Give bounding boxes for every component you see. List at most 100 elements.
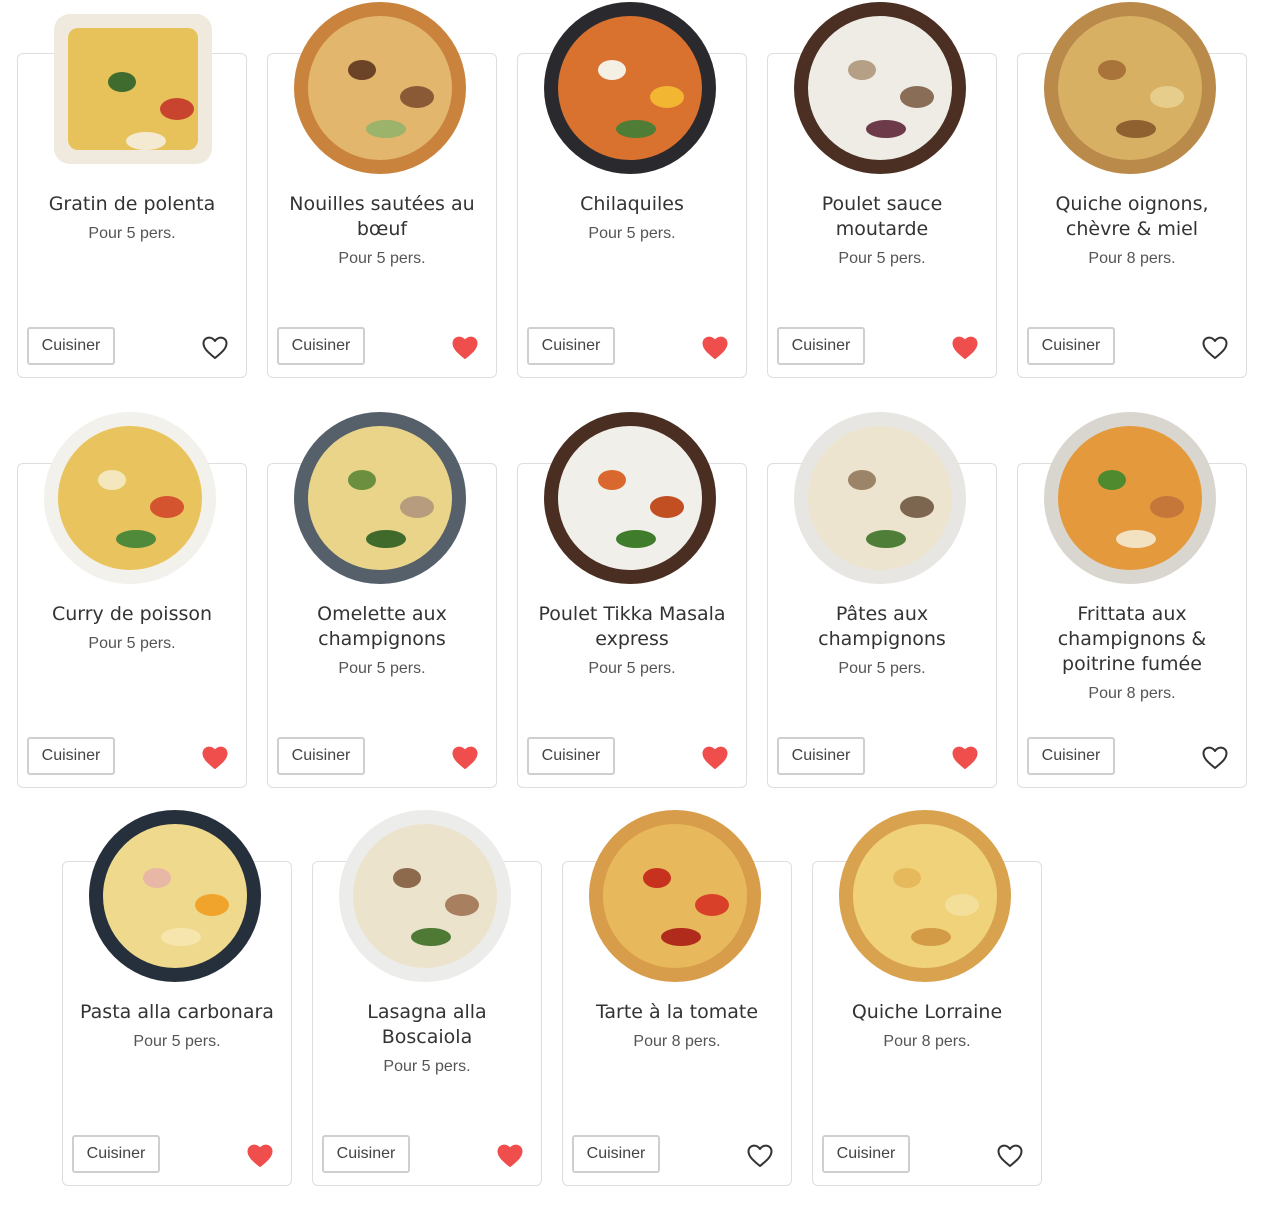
favorite-toggle[interactable]: [202, 746, 228, 770]
favorite-toggle[interactable]: [1202, 336, 1228, 360]
favorite-toggle[interactable]: [702, 336, 728, 360]
heart-outline-icon: [997, 1144, 1023, 1167]
cook-button[interactable]: Cuisiner: [527, 327, 615, 365]
cook-button[interactable]: Cuisiner: [1027, 737, 1115, 775]
recipe-title[interactable]: Quiche Lorraine: [852, 1001, 1002, 1023]
cook-button[interactable]: Cuisiner: [1027, 327, 1115, 365]
recipe-title-block[interactable]: Poulet Tikka Masala express Pour 5 pers.: [527, 602, 737, 680]
recipe-card-13[interactable]: Tarte à la tomate Pour 8 pers. Cuisiner: [562, 808, 792, 1186]
recipe-image-detail: [126, 132, 166, 150]
recipe-servings: Pour 8 pers.: [1088, 685, 1176, 702]
recipe-image-detail: [1116, 120, 1156, 138]
recipe-image[interactable]: [589, 810, 761, 982]
cook-button[interactable]: Cuisiner: [277, 737, 365, 775]
recipe-card-4[interactable]: Poulet sauce moutarde Pour 5 pers. Cuisi…: [767, 0, 997, 378]
recipe-image[interactable]: [54, 14, 212, 164]
recipe-title[interactable]: Quiche oignons, chèvre & miel: [1055, 193, 1208, 240]
recipe-image-detail: [195, 894, 229, 916]
recipe-title-block[interactable]: Omelette aux champignons Pour 5 pers.: [277, 602, 487, 680]
cook-button[interactable]: Cuisiner: [72, 1135, 160, 1173]
recipe-image[interactable]: [839, 810, 1011, 982]
recipe-image[interactable]: [339, 810, 511, 982]
cook-button[interactable]: Cuisiner: [277, 327, 365, 365]
recipe-title[interactable]: Gratin de polenta: [49, 193, 216, 215]
favorite-toggle[interactable]: [452, 336, 478, 360]
recipe-title-block[interactable]: Quiche oignons, chèvre & miel Pour 8 per…: [1027, 192, 1237, 270]
recipe-image-detail: [445, 894, 479, 916]
recipe-title[interactable]: Omelette aux champignons: [317, 603, 447, 650]
recipe-row-3: Pasta alla carbonara Pour 5 pers. Cuisin…: [0, 808, 1286, 1186]
recipe-image[interactable]: [544, 2, 716, 174]
recipe-image-detail: [650, 496, 684, 518]
recipe-title[interactable]: Lasagna alla Boscaiola: [367, 1001, 486, 1048]
recipe-card-6[interactable]: Curry de poisson Pour 5 pers. Cuisiner: [17, 410, 247, 788]
recipe-title[interactable]: Nouilles sautées au bœuf: [289, 193, 474, 240]
recipe-title-block[interactable]: Lasagna alla Boscaiola Pour 5 pers.: [322, 1000, 532, 1078]
recipe-card-3[interactable]: Chilaquiles Pour 5 pers. Cuisiner: [517, 0, 747, 378]
recipe-image-food: [58, 426, 202, 570]
recipe-card-14[interactable]: Quiche Lorraine Pour 8 pers. Cuisiner: [812, 808, 1042, 1186]
recipe-image-detail: [900, 86, 934, 108]
recipe-title-block[interactable]: Pâtes aux champignons Pour 5 pers.: [777, 602, 987, 680]
recipe-servings: Pour 5 pers.: [88, 635, 176, 652]
recipe-image-detail: [661, 928, 701, 946]
recipe-card-9[interactable]: Pâtes aux champignons Pour 5 pers. Cuisi…: [767, 410, 997, 788]
favorite-toggle[interactable]: [997, 1144, 1023, 1168]
cook-button[interactable]: Cuisiner: [27, 327, 115, 365]
recipe-title[interactable]: Poulet Tikka Masala express: [538, 603, 725, 650]
favorite-toggle[interactable]: [202, 336, 228, 360]
cook-button[interactable]: Cuisiner: [777, 737, 865, 775]
cook-button[interactable]: Cuisiner: [322, 1135, 410, 1173]
recipe-card-7[interactable]: Omelette aux champignons Pour 5 pers. Cu…: [267, 410, 497, 788]
recipe-card-11[interactable]: Pasta alla carbonara Pour 5 pers. Cuisin…: [62, 808, 292, 1186]
recipe-card-10[interactable]: Frittata aux champignons & poitrine fumé…: [1017, 410, 1247, 788]
recipe-title-block[interactable]: Poulet sauce moutarde Pour 5 pers.: [777, 192, 987, 270]
recipe-card-5[interactable]: Quiche oignons, chèvre & miel Pour 8 per…: [1017, 0, 1247, 378]
recipe-title[interactable]: Poulet sauce moutarde: [822, 193, 943, 240]
favorite-toggle[interactable]: [1202, 746, 1228, 770]
recipe-image[interactable]: [44, 412, 216, 584]
recipe-image[interactable]: [794, 412, 966, 584]
recipe-image-detail: [893, 868, 921, 888]
recipe-card-1[interactable]: Gratin de polenta Pour 5 pers. Cuisiner: [17, 0, 247, 378]
recipe-title[interactable]: Pâtes aux champignons: [818, 603, 946, 650]
recipe-title-block[interactable]: Nouilles sautées au bœuf Pour 5 pers.: [277, 192, 487, 270]
recipe-image[interactable]: [544, 412, 716, 584]
recipe-title-block[interactable]: Curry de poisson Pour 5 pers.: [27, 602, 237, 655]
recipe-card-8[interactable]: Poulet Tikka Masala express Pour 5 pers.…: [517, 410, 747, 788]
recipe-image-detail: [598, 470, 626, 490]
recipe-title-block[interactable]: Tarte à la tomate Pour 8 pers.: [572, 1000, 782, 1053]
recipe-title[interactable]: Pasta alla carbonara: [80, 1001, 274, 1023]
cook-button[interactable]: Cuisiner: [822, 1135, 910, 1173]
recipe-image[interactable]: [294, 412, 466, 584]
favorite-toggle[interactable]: [702, 746, 728, 770]
favorite-toggle[interactable]: [952, 746, 978, 770]
recipe-title-block[interactable]: Chilaquiles Pour 5 pers.: [527, 192, 737, 245]
recipe-image-detail: [160, 98, 194, 120]
recipe-title[interactable]: Frittata aux champignons & poitrine fumé…: [1058, 603, 1207, 675]
recipe-card-2[interactable]: Nouilles sautées au bœuf Pour 5 pers. Cu…: [267, 0, 497, 378]
favorite-toggle[interactable]: [952, 336, 978, 360]
recipe-image[interactable]: [1044, 2, 1216, 174]
recipe-title-block[interactable]: Frittata aux champignons & poitrine fumé…: [1027, 602, 1237, 705]
cook-button[interactable]: Cuisiner: [777, 327, 865, 365]
recipe-title[interactable]: Curry de poisson: [52, 603, 212, 625]
recipe-image[interactable]: [89, 810, 261, 982]
recipe-image[interactable]: [1044, 412, 1216, 584]
recipe-card-12[interactable]: Lasagna alla Boscaiola Pour 5 pers. Cuis…: [312, 808, 542, 1186]
favorite-toggle[interactable]: [747, 1144, 773, 1168]
recipe-image[interactable]: [294, 2, 466, 174]
cook-button[interactable]: Cuisiner: [572, 1135, 660, 1173]
recipe-title[interactable]: Tarte à la tomate: [596, 1001, 758, 1023]
favorite-toggle[interactable]: [247, 1144, 273, 1168]
recipe-title-block[interactable]: Gratin de polenta Pour 5 pers.: [27, 192, 237, 245]
recipe-image[interactable]: [794, 2, 966, 174]
cook-button[interactable]: Cuisiner: [527, 737, 615, 775]
recipe-title-block[interactable]: Pasta alla carbonara Pour 5 pers.: [72, 1000, 282, 1053]
recipe-title[interactable]: Chilaquiles: [580, 193, 684, 215]
favorite-toggle[interactable]: [452, 746, 478, 770]
recipe-title-block[interactable]: Quiche Lorraine Pour 8 pers.: [822, 1000, 1032, 1053]
favorite-toggle[interactable]: [497, 1144, 523, 1168]
cook-button[interactable]: Cuisiner: [27, 737, 115, 775]
recipe-image-detail: [616, 530, 656, 548]
